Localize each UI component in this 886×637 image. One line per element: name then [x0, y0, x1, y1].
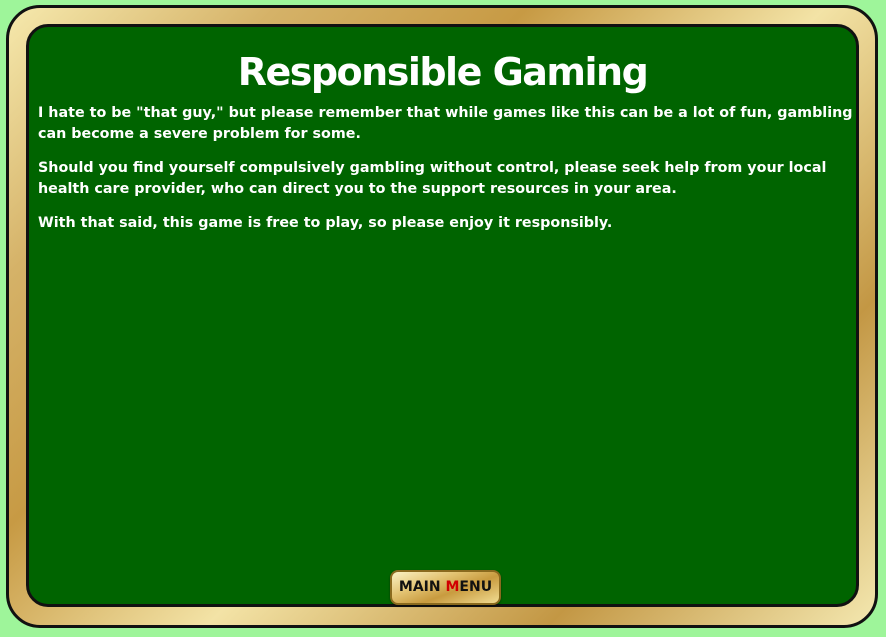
main-menu-hotkey: M: [445, 579, 460, 595]
gold-frame: Responsible Gaming I hate to be "that gu…: [6, 5, 878, 628]
message-body: I hate to be "that guy," but please reme…: [38, 103, 853, 247]
main-menu-button[interactable]: MAIN MENU: [390, 570, 501, 605]
content-panel: Responsible Gaming I hate to be "that gu…: [26, 24, 859, 607]
page-title: Responsible Gaming: [237, 50, 649, 94]
paragraph-intro: I hate to be "that guy," but please reme…: [38, 105, 853, 142]
main-menu-label-start: MAIN: [398, 579, 446, 595]
paragraph-closing: With that said, this game is free to pla…: [38, 215, 613, 231]
main-menu-label-end: ENU: [459, 579, 493, 595]
paragraph-help: Should you find yourself compulsively ga…: [38, 160, 827, 197]
